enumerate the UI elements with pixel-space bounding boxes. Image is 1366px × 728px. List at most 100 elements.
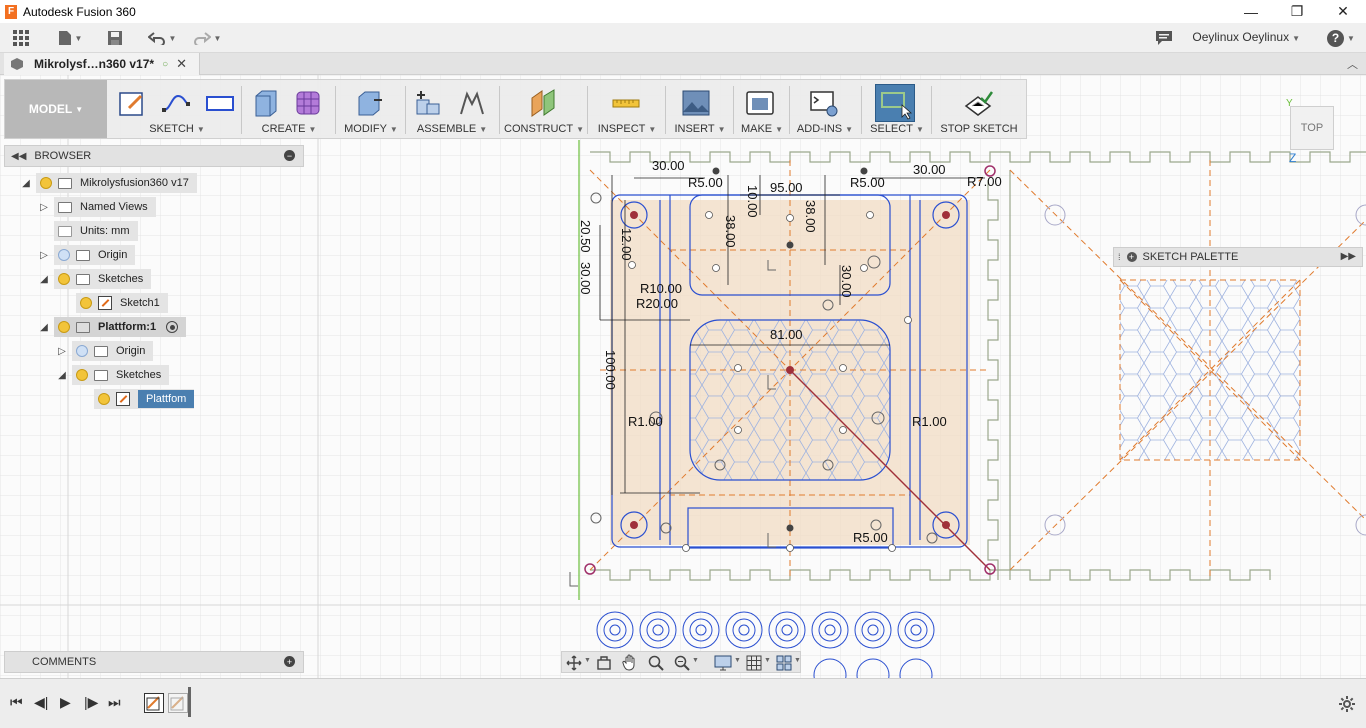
browser-options-icon[interactable]: − xyxy=(284,150,295,161)
scripts-addins-icon[interactable] xyxy=(809,88,839,118)
select-tool-icon[interactable] xyxy=(875,84,915,122)
make-menu[interactable]: MAKE ▼ xyxy=(737,123,787,135)
expanded-triangle-icon[interactable]: ◢ xyxy=(38,322,50,333)
quick-access-toolbar: ▼ ▼ ▼ Oeylinux Oeylinux ▼ ? ▼ xyxy=(0,23,1366,53)
save-icon[interactable] xyxy=(104,27,126,49)
sketch-menu[interactable]: SKETCH ▼ xyxy=(113,123,241,135)
sketch-palette-title: SKETCH PALETTE xyxy=(1142,251,1239,263)
help-menu[interactable]: ? ▼ xyxy=(1325,27,1357,49)
collapsed-triangle-icon[interactable]: ▷ xyxy=(56,346,68,357)
collapse-chevron-icon[interactable]: ︿ xyxy=(1347,56,1358,72)
visibility-bulb-icon[interactable] xyxy=(80,297,92,309)
insert-image-icon[interactable] xyxy=(681,88,711,118)
step-back-icon[interactable]: ◀| xyxy=(34,694,48,711)
undo-icon[interactable]: ▼ xyxy=(145,27,179,49)
insert-menu[interactable]: INSERT ▼ xyxy=(669,123,731,135)
view-cube[interactable]: TOP xyxy=(1290,106,1334,150)
tree-item-sketches[interactable]: ◢ Sketches xyxy=(38,269,152,289)
dim-label: 30.00 xyxy=(578,262,593,295)
collapse-browser-icon[interactable]: ◀◀ xyxy=(11,151,26,162)
tree-item-label: Mikrolysfusion360 v17 xyxy=(80,177,189,189)
data-panel-grid-icon[interactable] xyxy=(10,27,32,49)
timeline-plattfom-feature[interactable] xyxy=(168,693,188,713)
create-menu[interactable]: CREATE ▼ xyxy=(247,123,331,135)
line-tool-icon[interactable] xyxy=(161,88,191,118)
add-comment-icon[interactable]: + xyxy=(284,656,295,667)
tree-item-named-views[interactable]: ▷ Named Views xyxy=(38,197,156,217)
3d-print-icon[interactable] xyxy=(745,88,775,118)
press-pull-icon[interactable] xyxy=(355,88,385,118)
play-icon[interactable]: ▶ xyxy=(60,694,71,711)
document-tab[interactable]: Mikrolysf…n360 v17* ○ ✕ xyxy=(4,53,200,75)
add-ins-menu[interactable]: ADD-INS ▼ xyxy=(793,123,857,135)
close-window-button[interactable]: ✕ xyxy=(1320,0,1366,23)
close-tab-button[interactable]: ✕ xyxy=(176,56,187,72)
visibility-bulb-icon[interactable] xyxy=(58,249,70,261)
go-to-start-icon[interactable]: ⏮ xyxy=(10,694,23,711)
workspace-switcher[interactable]: MODEL ▼ xyxy=(5,80,107,138)
new-component-icon[interactable] xyxy=(413,88,443,118)
assemble-menu[interactable]: ASSEMBLE ▼ xyxy=(409,123,495,135)
step-forward-icon[interactable]: |▶ xyxy=(84,694,98,711)
timeline-sketch1-feature[interactable] xyxy=(144,693,164,713)
notifications-icon[interactable] xyxy=(1153,27,1175,49)
grid-snap-icon[interactable] xyxy=(746,655,762,671)
inspect-menu[interactable]: INSPECT ▼ xyxy=(591,123,663,135)
visibility-bulb-icon[interactable] xyxy=(58,321,70,333)
create-sketch-icon[interactable] xyxy=(117,88,147,118)
visibility-bulb-icon[interactable] xyxy=(40,177,52,189)
zoom-icon[interactable] xyxy=(648,655,664,671)
offset-plane-icon[interactable] xyxy=(529,88,559,118)
palette-expand-icon[interactable]: + xyxy=(1126,252,1137,262)
tree-item-plattfom-sketch[interactable]: Plattfom xyxy=(94,389,195,409)
user-account-menu[interactable]: Oeylinux Oeylinux ▼ xyxy=(1192,30,1300,44)
palette-collapse-icon[interactable]: ▶▶ xyxy=(1341,251,1356,262)
select-group: SELECT ▼ xyxy=(865,80,929,138)
rectangle-tool-icon[interactable] xyxy=(205,88,235,118)
pan-hand-icon[interactable] xyxy=(622,654,638,671)
stop-sketch-icon[interactable] xyxy=(963,88,993,118)
measure-icon[interactable] xyxy=(611,88,641,118)
form-icon[interactable] xyxy=(293,88,323,118)
tree-item-root[interactable]: ◢ Mikrolysfusion360 v17 xyxy=(20,173,197,193)
viewports-icon[interactable] xyxy=(776,655,792,671)
expanded-triangle-icon[interactable]: ◢ xyxy=(20,178,32,189)
modify-menu[interactable]: MODIFY ▼ xyxy=(339,123,403,135)
tree-item-component-sketches[interactable]: ◢ Sketches xyxy=(56,365,170,385)
tree-item-units[interactable]: Units: mm xyxy=(54,221,138,241)
tree-item-origin[interactable]: ▷ Origin xyxy=(38,245,136,265)
visibility-bulb-icon[interactable] xyxy=(58,273,70,285)
activate-component-icon[interactable] xyxy=(166,321,179,333)
tree-item-plattform-component[interactable]: ◢ Plattform:1 xyxy=(38,317,187,337)
collapsed-triangle-icon[interactable]: ▷ xyxy=(38,250,50,261)
sketch-icon xyxy=(116,392,130,406)
look-at-icon[interactable] xyxy=(596,655,612,671)
visibility-bulb-icon[interactable] xyxy=(98,393,110,405)
timeline-settings-gear-icon[interactable] xyxy=(1338,695,1356,713)
stop-sketch-group[interactable]: STOP SKETCH xyxy=(935,80,1023,138)
minimize-button[interactable]: — xyxy=(1228,0,1274,23)
display-settings-icon[interactable] xyxy=(714,655,732,671)
visibility-bulb-icon[interactable] xyxy=(76,345,88,357)
file-menu-icon[interactable]: ▼ xyxy=(55,27,85,49)
go-to-end-icon[interactable]: ⏭ xyxy=(108,694,121,711)
extrude-icon[interactable] xyxy=(251,88,281,118)
sketch-palette-header[interactable]: ⁞ + SKETCH PALETTE ▶▶ xyxy=(1113,247,1363,267)
redo-icon[interactable]: ▼ xyxy=(190,27,224,49)
tree-item-component-origin[interactable]: ▷ Origin xyxy=(56,341,154,361)
restore-button[interactable]: ❐ xyxy=(1274,0,1320,23)
timeline-marker[interactable] xyxy=(188,687,191,717)
fit-zoom-icon[interactable] xyxy=(674,655,690,671)
select-menu[interactable]: SELECT ▼ xyxy=(865,123,929,135)
folder-icon xyxy=(76,273,90,285)
collapsed-triangle-icon[interactable]: ▷ xyxy=(38,202,50,213)
tree-item-sketch1[interactable]: Sketch1 xyxy=(76,293,168,313)
palette-grip-icon: ⁞ xyxy=(1118,252,1121,262)
dim-label: 81.00 xyxy=(770,327,803,342)
orbit-pan-icon[interactable] xyxy=(566,655,582,671)
joint-icon[interactable] xyxy=(457,88,487,118)
expanded-triangle-icon[interactable]: ◢ xyxy=(56,370,68,381)
construct-menu[interactable]: CONSTRUCT ▼ xyxy=(503,123,585,135)
visibility-bulb-icon[interactable] xyxy=(76,369,88,381)
expanded-triangle-icon[interactable]: ◢ xyxy=(38,274,50,285)
